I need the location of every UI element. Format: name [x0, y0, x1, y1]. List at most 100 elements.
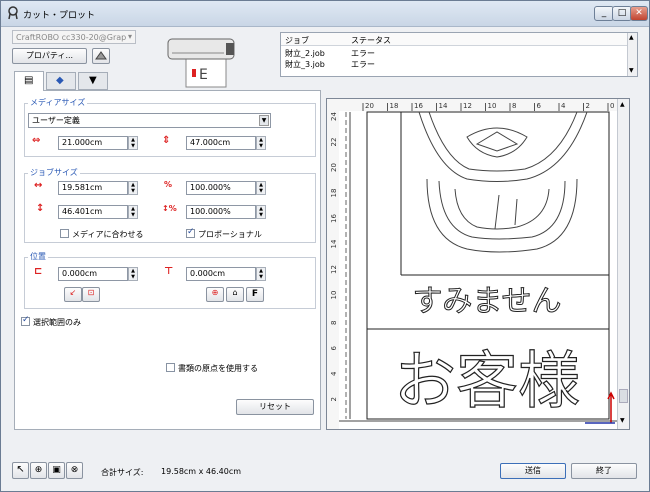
job-name[interactable]: 財立_2.job: [285, 48, 325, 59]
position-x-field[interactable]: 0.000cm: [58, 267, 128, 281]
ruler-tick-label: 18: [330, 189, 338, 198]
scroll-down-icon[interactable]: ▼: [629, 67, 634, 74]
ruler-tick-label: 20: [365, 102, 374, 110]
job-status: エラー: [351, 49, 375, 58]
tab-tool[interactable]: ▼: [78, 72, 108, 90]
scale-x-spinner[interactable]: ▲ ▼: [256, 181, 266, 195]
paper-icon: ▤: [24, 75, 34, 86]
media-size-select[interactable]: ユーザー定義 ▼: [28, 113, 271, 128]
magnifier-icon: ⊗: [70, 465, 79, 475]
scroll-up-icon[interactable]: ▲: [620, 101, 625, 108]
pin-icon: [95, 51, 107, 60]
job-height-field[interactable]: 46.401cm: [58, 205, 128, 219]
status-column-header[interactable]: ステータス: [351, 35, 391, 46]
page-icon: ▣: [52, 465, 61, 475]
align-left-button[interactable]: ↙: [64, 287, 82, 302]
svg-text:E: E: [199, 67, 208, 83]
job-column-header[interactable]: ジョブ: [285, 35, 309, 46]
close-window-button[interactable]: ✕: [630, 6, 648, 21]
media-width-field[interactable]: 21.000cm: [58, 136, 128, 150]
ruler-tick-label: 6: [537, 102, 542, 110]
settings-panel: メディアサイズ ユーザー定義 ▼ ⇔ 21.000cm ▲ ▼ ⇕ 47.000c…: [14, 90, 321, 430]
ruler-tick-label: 10: [488, 102, 497, 110]
title-bar: カット・プロット _ □ ✕: [1, 1, 649, 27]
maximize-button[interactable]: □: [612, 6, 632, 21]
cutter-icon: ◆: [56, 75, 64, 86]
tab-media[interactable]: ▤: [14, 71, 44, 91]
ruler-tick-label: 12: [463, 102, 472, 110]
ruler-tick-label: 0: [610, 102, 614, 110]
zoom-fit-button[interactable]: ⊗: [66, 462, 83, 479]
media-height-field[interactable]: 47.000cm: [186, 136, 256, 150]
total-size-value: 19.58cm x 46.40cm: [161, 467, 242, 476]
ruler-tick-label: 16: [414, 102, 423, 110]
zoom-page-button[interactable]: ▣: [48, 462, 65, 479]
job-list[interactable]: ジョブ ステータス 財立_2.job エラー 財立_3.job エラー ▲ ▼: [280, 32, 638, 77]
job-name[interactable]: 財立_3.job: [285, 59, 325, 70]
job-height-icon: ↕: [36, 203, 45, 214]
f-button[interactable]: F: [246, 287, 264, 302]
job-width-spinner[interactable]: ▲ ▼: [128, 181, 138, 195]
scale-y-icon: ↕%: [162, 204, 177, 213]
reset-button[interactable]: リセット: [236, 399, 314, 415]
position-label: 位置: [28, 251, 48, 262]
media-width-icon: ⇔: [32, 135, 41, 146]
ruler-tick-label: 16: [330, 214, 338, 223]
align-left-icon: ↙: [69, 288, 77, 297]
zoom-in-button[interactable]: ⊕: [30, 462, 47, 479]
center-button[interactable]: ⌂: [226, 287, 244, 302]
preview-canvas[interactable]: 20 18 16 14 12 10 8 6 4 2 0 24 22 20 18 16 14 12 10 8 6 4 2 す…: [326, 98, 630, 430]
scale-y-field[interactable]: 100.000%: [186, 205, 256, 219]
ruler-tick-label: 22: [330, 138, 338, 147]
use-doc-origin-checkbox[interactable]: [166, 363, 175, 372]
job-list-scrollbar[interactable]: ▲ ▼: [627, 33, 637, 76]
scale-y-spinner[interactable]: ▲ ▼: [256, 205, 266, 219]
position-x-spinner[interactable]: ▲ ▼: [128, 267, 138, 281]
job-height-spinner[interactable]: ▲ ▼: [128, 205, 138, 219]
selection-only-label: 選択範囲のみ: [33, 318, 81, 327]
chevron-down-icon[interactable]: ▼: [259, 115, 269, 126]
media-size-label: メディアサイズ: [28, 97, 88, 108]
job-width-icon: ↔: [34, 180, 43, 191]
device-select[interactable]: CraftROBO cc330-20@Grap ▾: [12, 30, 136, 44]
scale-x-field[interactable]: 100.000%: [186, 181, 256, 195]
position-y-field[interactable]: 0.000cm: [186, 267, 256, 281]
job-size-label: ジョブサイズ: [28, 167, 80, 178]
cutter-device-image: E: [167, 38, 235, 88]
status-bar: ↖ ⊕ ▣ ⊗ 合計サイズ: 19.58cm x 46.40cm 送信 終了: [1, 457, 649, 491]
scroll-up-icon[interactable]: ▲: [629, 34, 634, 41]
use-doc-origin-label: 書類の原点を使用する: [178, 364, 258, 373]
position-y-icon: ⊤: [164, 266, 174, 277]
ruler-tick-label: 14: [330, 239, 338, 248]
selection-only-checkbox[interactable]: [21, 315, 30, 326]
scroll-thumb[interactable]: [619, 389, 628, 403]
fit-media-checkbox[interactable]: [60, 229, 69, 238]
scroll-down-icon[interactable]: ▼: [620, 417, 625, 424]
properties-button[interactable]: プロパティ...: [12, 48, 87, 64]
pin-tool-button[interactable]: [92, 48, 110, 64]
position-y-spinner[interactable]: ▲ ▼: [256, 267, 266, 281]
send-button[interactable]: 送信: [500, 463, 566, 479]
canvas-text-bottom: お客様: [394, 344, 580, 417]
center-icon: ⌂: [232, 288, 238, 297]
canvas-scrollbar[interactable]: ▲ ▼: [617, 99, 629, 429]
ruler-tick-label: 8: [512, 102, 516, 110]
move-origin-button[interactable]: ⊕: [206, 287, 224, 302]
ruler-tick-label: 2: [330, 397, 338, 401]
tab-cut-settings[interactable]: ◆: [46, 72, 76, 90]
proportional-checkbox[interactable]: [186, 227, 195, 238]
pointer-tool-button[interactable]: ↖: [12, 462, 29, 479]
media-height-spinner[interactable]: ▲ ▼: [256, 136, 266, 150]
window-title: カット・プロット: [23, 11, 96, 21]
cutter-app-icon: [8, 6, 18, 20]
total-size-label: 合計サイズ:: [101, 468, 144, 477]
align-corner-button[interactable]: ⊡: [82, 287, 100, 302]
minimize-button[interactable]: _: [594, 6, 614, 21]
close-button[interactable]: 終了: [571, 463, 637, 479]
media-width-spinner[interactable]: ▲ ▼: [128, 136, 138, 150]
zoom-in-icon: ⊕: [34, 465, 43, 475]
canvas-text-mid: すみません: [412, 284, 561, 319]
blade-icon: ▼: [89, 75, 97, 86]
job-width-field[interactable]: 19.581cm: [58, 181, 128, 195]
ruler-tick-label: 6: [330, 346, 338, 351]
